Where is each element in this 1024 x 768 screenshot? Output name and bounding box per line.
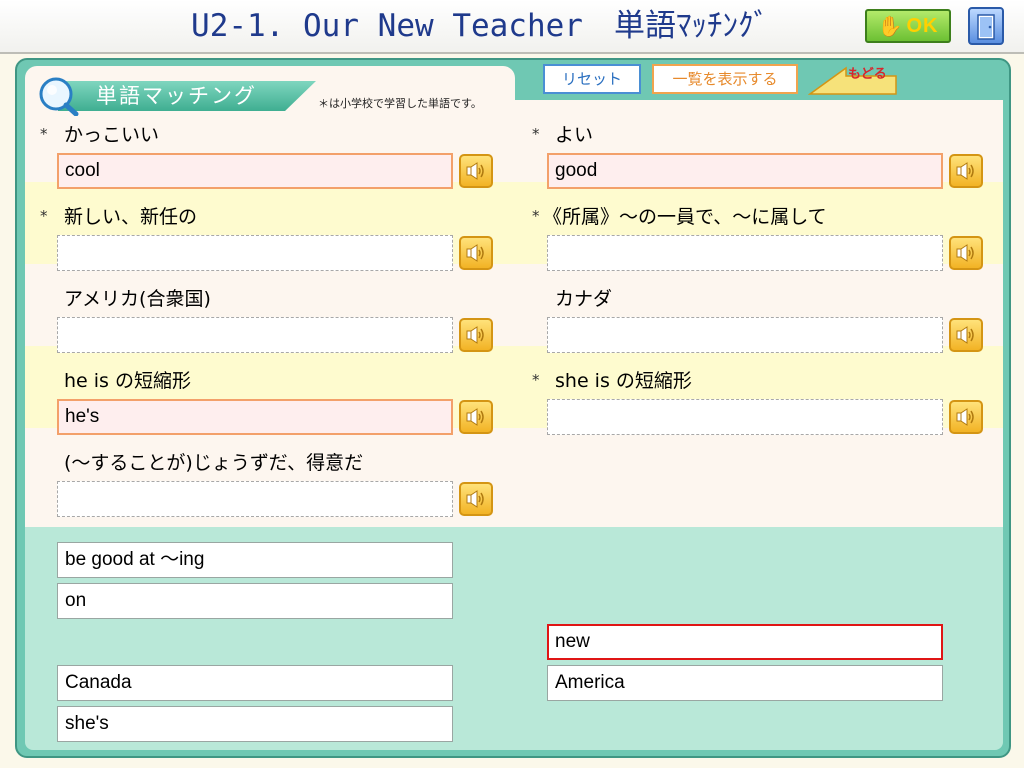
word-card[interactable]: Canada (57, 665, 453, 701)
audio-button[interactable] (459, 318, 493, 352)
meaning-label: よい (555, 124, 594, 146)
elementary-mark: * (40, 207, 48, 225)
elementary-mark: * (532, 371, 540, 389)
answer-slot[interactable]: cool (57, 153, 453, 189)
audio-button[interactable] (459, 482, 493, 516)
page-title: U2-1. Our New Teacher 単語ﾏｯﾁﾝｸﾞ (191, 8, 769, 44)
speaker-icon (466, 326, 484, 344)
reset-button[interactable]: リセット (543, 64, 641, 94)
meaning-label: カナダ (555, 288, 613, 310)
meaning-label: かっこいい (64, 124, 160, 146)
elementary-mark: * (532, 207, 540, 225)
meaning-label: アメリカ(合衆国) (64, 288, 211, 310)
section-title: 単語マッチング (96, 84, 257, 108)
speaker-icon (956, 244, 974, 262)
speaker-icon (956, 408, 974, 426)
audio-button[interactable] (459, 400, 493, 434)
speaker-icon (466, 408, 484, 426)
meaning-label: she is の短縮形 (555, 370, 692, 392)
section-title-tag: 単語マッチング (36, 76, 318, 116)
meaning-label: (〜することが)じょうずだ、得意だ (64, 452, 364, 474)
answer-slot[interactable]: he's (57, 399, 453, 435)
answer-slot[interactable]: good (547, 153, 943, 189)
audio-button[interactable] (949, 400, 983, 434)
meaning-label: he is の短縮形 (64, 370, 191, 392)
back-label: もどる (848, 67, 887, 82)
answer-slot[interactable] (57, 317, 453, 353)
word-card[interactable]: on (57, 583, 453, 619)
magnifier-icon (39, 77, 79, 116)
ok-button[interactable]: ✋ OK (865, 9, 951, 43)
ok-label: OK (906, 14, 939, 37)
answer-slot[interactable] (547, 235, 943, 271)
meaning-label: 《所属》〜の一員で、〜に属して (543, 206, 827, 228)
audio-button[interactable] (949, 318, 983, 352)
elementary-mark: * (40, 125, 48, 143)
elementary-mark: * (532, 125, 540, 143)
hand-ok-icon: ✋ (877, 14, 903, 38)
speaker-icon (466, 490, 484, 508)
back-button[interactable]: もどる (808, 66, 902, 98)
word-card[interactable]: she's (57, 706, 453, 742)
app-header: U2-1. Our New Teacher 単語ﾏｯﾁﾝｸﾞ ✋ OK (0, 0, 1024, 54)
answer-slot[interactable] (547, 317, 943, 353)
door-exit-icon (977, 14, 995, 40)
answer-slot[interactable] (547, 399, 943, 435)
answer-slot[interactable] (57, 481, 453, 517)
audio-button[interactable] (949, 236, 983, 270)
exit-button[interactable] (968, 7, 1004, 45)
audio-button[interactable] (459, 154, 493, 188)
answer-slot[interactable] (57, 235, 453, 271)
word-card-selected[interactable]: new (547, 624, 943, 660)
audio-button[interactable] (459, 236, 493, 270)
show-list-button[interactable]: 一覧を表示する (652, 64, 798, 94)
meaning-label: 新しい、新任の (64, 206, 198, 228)
speaker-icon (466, 244, 484, 262)
word-card[interactable]: America (547, 665, 943, 701)
speaker-icon (956, 162, 974, 180)
audio-button[interactable] (949, 154, 983, 188)
speaker-icon (466, 162, 484, 180)
word-card[interactable]: be good at 〜ing (57, 542, 453, 578)
note-text: ＊は小学校で学習した単語です。 (318, 97, 482, 110)
speaker-icon (956, 326, 974, 344)
